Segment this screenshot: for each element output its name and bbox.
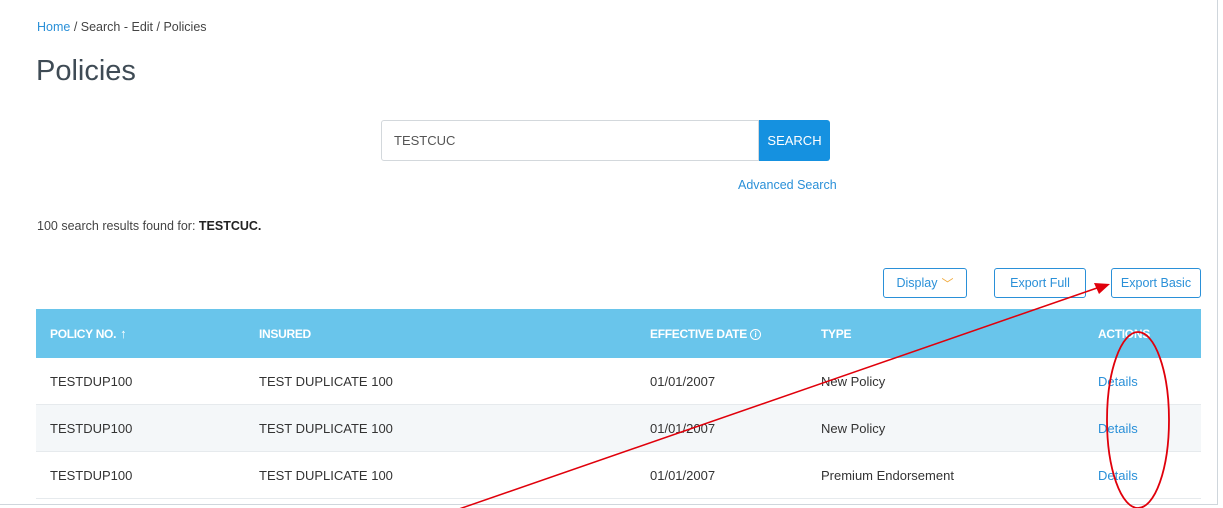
cell-effective-date: 01/01/2007 xyxy=(636,358,807,405)
search-input[interactable] xyxy=(381,120,759,161)
advanced-search-link[interactable]: Advanced Search xyxy=(738,178,837,192)
cell-insured: TEST DUPLICATE 100 xyxy=(245,451,636,499)
table-header-row: POLICY NO. ↑ INSURED EFFECTIVE DATE i TYPE… xyxy=(36,309,1201,358)
cell-insured: TEST DUPLICATE 100 xyxy=(245,404,636,452)
breadcrumb: Home / Search - Edit / Policies xyxy=(37,20,207,34)
search-bar: SEARCH xyxy=(381,120,830,161)
arrow-up-icon[interactable]: ↑ xyxy=(120,326,127,341)
breadcrumb-separator: / xyxy=(153,20,164,34)
breadcrumb-current: Policies xyxy=(163,20,207,34)
cell-insured: TEST DUPLICATE 100 xyxy=(245,358,636,405)
results-summary-term: TESTCUC. xyxy=(198,219,262,233)
details-link[interactable]: Details xyxy=(1098,374,1138,389)
cell-type: New Policy xyxy=(807,358,1084,405)
results-summary: 100 search results found for: TESTCUC. xyxy=(37,219,261,233)
table-row: TESTDUP100 TEST DUPLICATE 100 01/01/2007… xyxy=(36,358,1201,405)
cell-actions: Details xyxy=(1084,404,1201,452)
breadcrumb-search-edit: Search - Edit xyxy=(80,20,154,34)
page-title: Policies xyxy=(36,55,136,87)
cell-type: New Policy xyxy=(807,404,1084,452)
cell-policy-no: TESTDUP100 xyxy=(36,358,245,405)
header-effective-date[interactable]: EFFECTIVE DATE i xyxy=(636,309,807,358)
details-link[interactable]: Details xyxy=(1098,468,1138,483)
cell-policy-no: TESTDUP100 xyxy=(36,404,245,452)
results-summary-prefix: 100 search results found for: xyxy=(37,219,199,233)
cell-type: Premium Endorsement xyxy=(807,451,1084,499)
header-insured[interactable]: INSURED xyxy=(245,309,636,358)
cell-effective-date: 01/01/2007 xyxy=(636,451,807,499)
header-policy-no[interactable]: POLICY NO. ↑ xyxy=(36,309,245,358)
table-row: TESTDUP100 TEST DUPLICATE 100 01/01/2007… xyxy=(36,451,1201,499)
export-full-button[interactable]: Export Full xyxy=(994,268,1086,298)
header-type[interactable]: TYPE xyxy=(807,309,1084,358)
chevron-down-icon: ﹀ xyxy=(941,276,954,291)
info-circle-icon[interactable]: i xyxy=(749,328,761,340)
policies-table: POLICY NO. ↑ INSURED EFFECTIVE DATE i TYPE… xyxy=(36,309,1201,499)
breadcrumb-separator: / xyxy=(70,20,81,34)
search-button[interactable]: SEARCH xyxy=(759,120,830,161)
header-effective-date-label: EFFECTIVE DATE xyxy=(650,326,747,341)
table-row: TESTDUP100 TEST DUPLICATE 100 01/01/2007… xyxy=(36,404,1201,452)
cell-actions: Details xyxy=(1084,358,1201,405)
details-link[interactable]: Details xyxy=(1098,421,1138,436)
cell-policy-no: TESTDUP100 xyxy=(36,451,245,499)
display-button[interactable]: Display ﹀ xyxy=(883,268,967,298)
display-button-label: Display xyxy=(896,276,938,290)
header-actions: ACTIONS xyxy=(1098,326,1150,341)
header-policy-no-label: POLICY NO. xyxy=(50,327,117,341)
cell-actions: Details xyxy=(1084,451,1201,499)
breadcrumb-home-link[interactable]: Home xyxy=(37,20,70,34)
export-basic-button[interactable]: Export Basic xyxy=(1111,268,1201,298)
cell-effective-date: 01/01/2007 xyxy=(636,404,807,452)
